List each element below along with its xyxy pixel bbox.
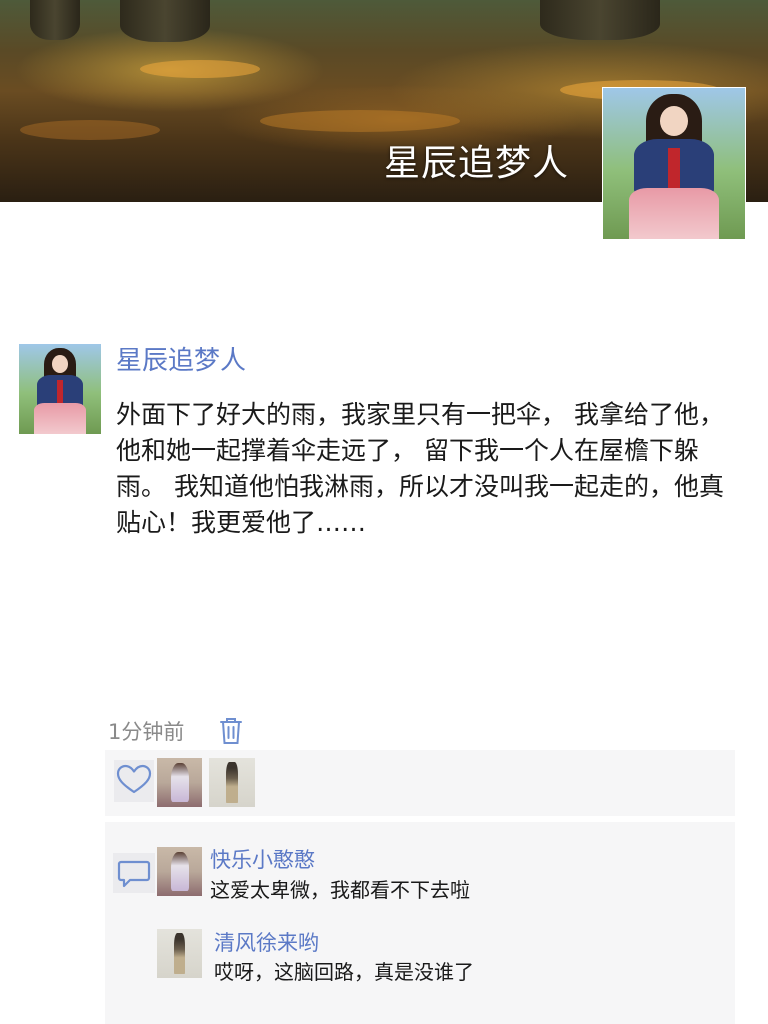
comment-avatar[interactable] <box>157 929 202 978</box>
post-author-avatar[interactable] <box>19 344 101 434</box>
like-avatar[interactable] <box>209 758 255 807</box>
leaf-highlight <box>20 120 160 140</box>
post-timestamp: 1分钟前 <box>108 720 185 744</box>
comment-avatar[interactable] <box>157 847 202 896</box>
comment-author[interactable]: 清风徐来哟 <box>214 927 319 957</box>
heart-icon[interactable] <box>114 760 154 802</box>
tree-trunk <box>540 0 660 40</box>
profile-avatar[interactable] <box>602 87 746 240</box>
tree-trunk <box>120 0 210 42</box>
comment-icon[interactable] <box>113 853 155 893</box>
leaf-highlight <box>260 110 460 132</box>
leaf-highlight <box>140 60 260 78</box>
comment-text: 哎呀，这脑回路，真是没谁了 <box>214 960 474 984</box>
comment-author[interactable]: 快乐小憨憨 <box>210 844 315 874</box>
post-author-name[interactable]: 星辰追梦人 <box>116 340 246 377</box>
delete-icon[interactable] <box>219 716 243 746</box>
like-avatar[interactable] <box>157 758 202 807</box>
cover-username: 星辰追梦人 <box>384 143 570 184</box>
tree-trunk <box>30 0 80 40</box>
post-content: 外面下了好大的雨，我家里只有一把伞， 我拿给了他，他和她一起撑着伞走远了， 留下… <box>116 400 724 537</box>
comment-text: 这爱太卑微，我都看不下去啦 <box>210 878 470 902</box>
